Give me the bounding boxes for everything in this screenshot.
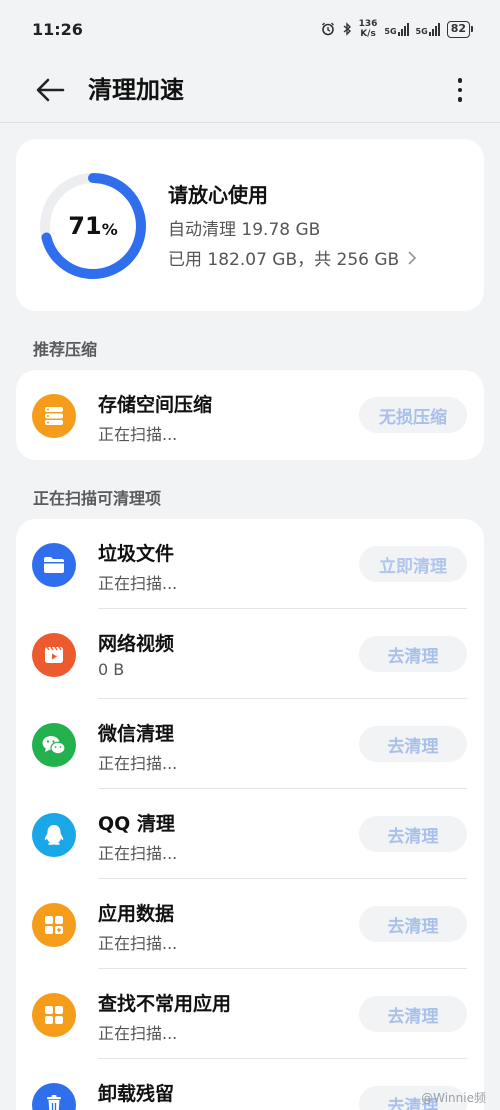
auto-clean-text: 自动清理 19.78 GB bbox=[168, 220, 321, 240]
list-item-app-data[interactable]: 应用数据 正在扫描... 去清理 bbox=[16, 879, 484, 969]
recommend-card: 存储空间压缩 正在扫描... 无损压缩 bbox=[16, 370, 484, 460]
item-status: 正在扫描... bbox=[98, 1024, 178, 1043]
list-item-online-video[interactable]: 网络视频 0 B 去清理 bbox=[16, 609, 484, 699]
item-name: 存储空间压缩 bbox=[98, 394, 213, 416]
item-name: 网络视频 bbox=[98, 633, 175, 655]
storage-used-link[interactable]: 已用 182.07 GB，共 256 GB bbox=[168, 245, 417, 270]
go-clean-button[interactable]: 去清理 bbox=[359, 816, 467, 852]
speed-value: 136 bbox=[358, 19, 378, 29]
item-status: 正在扫描... bbox=[98, 425, 178, 444]
battery-indicator: 82 bbox=[446, 20, 474, 38]
status-bar: 11:26 136 K/s 5G 5G 82 bbox=[0, 0, 500, 58]
list-item-storage-compress[interactable]: 存储空间压缩 正在扫描... 无损压缩 bbox=[16, 370, 484, 460]
speed-unit: K/s bbox=[360, 29, 376, 39]
back-arrow-icon bbox=[36, 78, 65, 102]
signal-bars-icon bbox=[397, 22, 409, 36]
item-status: 正在扫描... bbox=[98, 574, 178, 593]
list-item-junk-files[interactable]: 垃圾文件 正在扫描... 立即清理 bbox=[16, 519, 484, 609]
apps-icon bbox=[32, 993, 76, 1037]
scan-card: 垃圾文件 正在扫描... 立即清理 网络视频 0 B 去清理 微信清理 正在扫描… bbox=[16, 519, 484, 1110]
watermark-text: @Winnie频 bbox=[421, 1091, 486, 1105]
usage-percent-value: 71 bbox=[68, 212, 102, 240]
signal-1: 5G bbox=[384, 22, 409, 36]
list-item-qq-clean[interactable]: QQ 清理 正在扫描... 去清理 bbox=[16, 789, 484, 879]
bluetooth-icon bbox=[343, 22, 351, 36]
status-icons: 136 K/s 5G 5G 82 bbox=[321, 19, 474, 39]
list-item-uninstall-residue[interactable]: 卸载残留 去清理 bbox=[16, 1059, 484, 1110]
item-status: 0 B bbox=[98, 660, 125, 679]
usage-percent-sign: % bbox=[101, 219, 118, 239]
go-clean-button[interactable]: 去清理 bbox=[359, 906, 467, 942]
wechat-icon bbox=[32, 723, 76, 767]
scan-section-label: 正在扫描可清理项 bbox=[33, 489, 162, 508]
title-bar: 清理加速 bbox=[0, 58, 500, 122]
title-divider bbox=[0, 122, 500, 123]
lossless-compress-button[interactable]: 无损压缩 bbox=[359, 397, 467, 433]
net-type-1: 5G bbox=[384, 27, 397, 36]
item-name: QQ 清理 bbox=[98, 813, 175, 835]
net-type-2: 5G bbox=[415, 27, 428, 36]
summary-title: 请放心使用 bbox=[168, 183, 268, 207]
app-data-icon bbox=[32, 903, 76, 947]
network-speed: 136 K/s bbox=[359, 19, 378, 39]
go-clean-button[interactable]: 去清理 bbox=[359, 636, 467, 672]
item-name: 查找不常用应用 bbox=[98, 993, 232, 1015]
storage-icon bbox=[32, 394, 76, 438]
signal-bars-icon bbox=[428, 22, 440, 36]
chevron-right-icon bbox=[408, 250, 417, 265]
item-name: 微信清理 bbox=[98, 723, 175, 745]
storage-summary-card: 71 % 请放心使用 自动清理 19.78 GB 已用 182.07 GB，共 … bbox=[16, 139, 484, 311]
list-item-wechat-clean[interactable]: 微信清理 正在扫描... 去清理 bbox=[16, 699, 484, 789]
qq-icon bbox=[32, 813, 76, 857]
list-item-unused-apps[interactable]: 查找不常用应用 正在扫描... 去清理 bbox=[16, 969, 484, 1059]
back-button[interactable] bbox=[30, 70, 70, 110]
storage-used-text: 已用 182.07 GB，共 256 GB bbox=[168, 250, 400, 270]
more-menu-button[interactable] bbox=[448, 70, 472, 110]
folder-icon bbox=[32, 543, 76, 587]
item-status: 正在扫描... bbox=[98, 754, 178, 773]
go-clean-button[interactable]: 去清理 bbox=[359, 726, 467, 762]
item-status: 正在扫描... bbox=[98, 844, 178, 863]
trash-icon bbox=[32, 1083, 76, 1110]
video-icon bbox=[32, 633, 76, 677]
item-name: 卸载残留 bbox=[98, 1083, 175, 1105]
page-title: 清理加速 bbox=[88, 76, 184, 104]
status-time: 11:26 bbox=[32, 19, 83, 39]
usage-percent: 71 % bbox=[38, 171, 148, 281]
item-name: 垃圾文件 bbox=[98, 543, 175, 565]
recommend-section-label: 推荐压缩 bbox=[33, 340, 98, 359]
go-clean-button[interactable]: 去清理 bbox=[359, 996, 467, 1032]
more-dot-icon bbox=[457, 97, 463, 102]
signal-2: 5G bbox=[416, 22, 440, 36]
item-status: 正在扫描... bbox=[98, 934, 178, 953]
clean-now-button[interactable]: 立即清理 bbox=[359, 546, 467, 582]
alarm-icon bbox=[321, 22, 334, 36]
item-name: 应用数据 bbox=[98, 903, 175, 925]
more-dot-icon bbox=[457, 78, 463, 83]
more-dot-icon bbox=[457, 87, 463, 93]
